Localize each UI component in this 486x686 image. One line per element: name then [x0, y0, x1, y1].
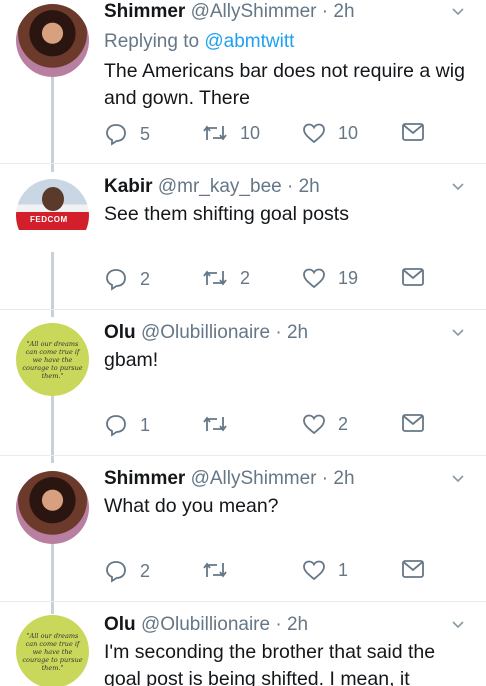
reply-icon: [106, 269, 126, 291]
message-button[interactable]: [401, 267, 425, 287]
reply-button[interactable]: 2: [104, 559, 150, 583]
message-icon: [402, 560, 424, 578]
tweet-text: gbam!: [104, 349, 159, 371]
tweet[interactable]: "All our dreams can come true if we have…: [0, 613, 486, 686]
avatar[interactable]: "All our dreams can come true if we have…: [16, 323, 89, 396]
divider: [0, 601, 486, 602]
reply-count: 2: [140, 560, 151, 581]
tweet-text: What do you mean?: [104, 495, 279, 517]
retweet-icon: [203, 562, 227, 578]
display-name[interactable]: Kabir: [104, 176, 153, 197]
message-button[interactable]: [401, 122, 425, 142]
message-icon: [402, 123, 424, 141]
like-icon: [303, 268, 325, 289]
like-icon: [303, 123, 325, 144]
avatar[interactable]: [16, 4, 89, 77]
reply-count: 5: [140, 123, 151, 144]
retweet-icon: [203, 270, 227, 286]
retweet-button[interactable]: [202, 413, 240, 435]
tweet-header: Kabir @mr_kay_bee · 2h: [104, 175, 320, 199]
reply-icon: [106, 415, 126, 437]
like-button[interactable]: 2: [302, 413, 348, 435]
tweet-header: Olu @Olubillionaire · 2h: [104, 613, 308, 637]
message-button[interactable]: [401, 559, 425, 579]
divider: [0, 309, 486, 310]
tweet-actions: 2 1: [104, 559, 434, 585]
tweet[interactable]: FEDCOM Kabir @mr_kay_bee · 2h See them s…: [0, 175, 486, 310]
tweet-header: Shimmer @AllyShimmer · 2h: [104, 467, 355, 491]
like-button[interactable]: 19: [302, 267, 358, 289]
user-handle[interactable]: @mr_kay_bee: [158, 176, 282, 197]
timestamp: · 2h: [286, 176, 320, 197]
timestamp: · 2h: [321, 468, 355, 489]
message-icon: [402, 414, 424, 432]
like-button[interactable]: 10: [302, 122, 358, 144]
like-count: 2: [338, 413, 349, 434]
chevron-down-icon[interactable]: [452, 181, 464, 193]
tweet-actions: 1 2: [104, 413, 434, 439]
timestamp: · 2h: [275, 614, 309, 635]
reply-button[interactable]: 1: [104, 413, 150, 437]
retweet-button[interactable]: 2: [202, 267, 250, 289]
display-name[interactable]: Shimmer: [104, 468, 185, 489]
display-name[interactable]: Olu: [104, 614, 136, 635]
avatar[interactable]: [16, 471, 89, 544]
display-name[interactable]: Olu: [104, 322, 136, 343]
chevron-down-icon[interactable]: [452, 327, 464, 339]
retweet-icon: [203, 125, 227, 141]
avatar-face: [42, 187, 64, 211]
reply-button[interactable]: 2: [104, 267, 150, 291]
tweet-actions: 2 2 19: [104, 267, 434, 293]
like-count: 10: [338, 122, 359, 143]
tweet-actions: 5 10 10: [104, 122, 434, 148]
reply-handle-link[interactable]: @abmtwitt: [204, 31, 294, 52]
reply-prefix: Replying to: [104, 31, 200, 52]
avatar-jersey-text: FEDCOM: [30, 215, 68, 224]
retweet-count: 10: [240, 122, 261, 143]
like-count: 1: [338, 559, 349, 580]
like-count: 19: [338, 267, 359, 288]
tweet-text: See them shifting goal posts: [104, 203, 349, 225]
chevron-down-icon[interactable]: [452, 473, 464, 485]
avatar[interactable]: FEDCOM: [16, 179, 89, 252]
tweet-header: Olu @Olubillionaire · 2h: [104, 321, 308, 345]
avatar-quote: "All our dreams can come true if we have…: [22, 631, 83, 672]
like-icon: [303, 414, 325, 435]
reply-icon: [106, 561, 126, 583]
message-icon: [402, 268, 424, 286]
retweet-button[interactable]: 10: [202, 122, 260, 144]
tweet-header: Shimmer @AllyShimmer · 2h: [104, 0, 355, 24]
divider: [0, 163, 486, 164]
chevron-down-icon[interactable]: [452, 619, 464, 631]
reply-button[interactable]: 5: [104, 122, 150, 146]
tweet[interactable]: Shimmer @AllyShimmer · 2h Replying to @a…: [0, 0, 486, 160]
user-handle[interactable]: @Olubillionaire: [141, 614, 270, 635]
reply-icon: [106, 124, 126, 146]
tweet[interactable]: Shimmer @AllyShimmer · 2h What do you me…: [0, 467, 486, 602]
divider: [0, 455, 486, 456]
user-handle[interactable]: @Olubillionaire: [141, 322, 270, 343]
retweet-button[interactable]: [202, 559, 240, 581]
tweet-text: I'm seconding the brother that said the …: [104, 641, 436, 686]
tweet-text: The Americans bar does not require a wig…: [104, 60, 465, 109]
user-handle[interactable]: @AllyShimmer: [191, 468, 317, 489]
reply-count: 1: [140, 414, 151, 435]
replying-to: Replying to @abmtwitt: [104, 30, 294, 54]
retweet-icon: [203, 416, 227, 432]
timestamp: · 2h: [275, 322, 309, 343]
retweet-count: 2: [240, 267, 251, 288]
tweet[interactable]: "All our dreams can come true if we have…: [0, 321, 486, 456]
reply-count: 2: [140, 268, 151, 289]
like-icon: [303, 560, 325, 581]
avatar-quote: "All our dreams can come true if we have…: [22, 339, 83, 380]
avatar[interactable]: "All our dreams can come true if we have…: [16, 615, 89, 686]
display-name[interactable]: Shimmer: [104, 1, 185, 22]
chevron-down-icon[interactable]: [452, 6, 464, 18]
message-button[interactable]: [401, 413, 425, 433]
timestamp: · 2h: [321, 1, 355, 22]
user-handle[interactable]: @AllyShimmer: [191, 1, 317, 22]
like-button[interactable]: 1: [302, 559, 348, 581]
